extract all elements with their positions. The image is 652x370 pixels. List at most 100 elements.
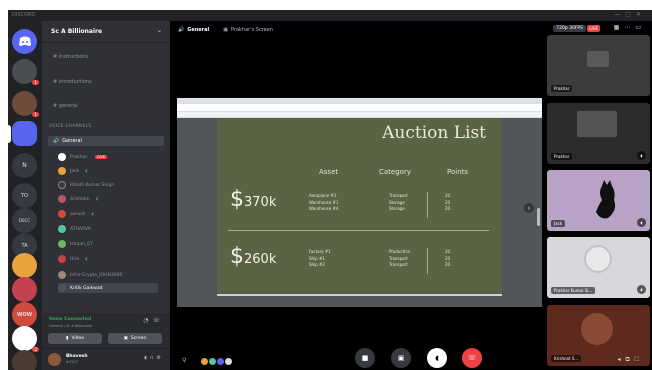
- popout-icon[interactable]: ⧉: [626, 356, 635, 363]
- cat-avatar-icon: [596, 180, 616, 219]
- participant-tile[interactable]: Prakhar ◖: [547, 103, 650, 164]
- participant-name: Prakhar: [551, 85, 573, 92]
- window-controls[interactable]: —▢✕: [614, 11, 646, 18]
- avatar: [209, 358, 216, 365]
- server-icon[interactable]: [12, 350, 37, 370]
- microphone-icon: ◖: [435, 354, 439, 362]
- participant-tile[interactable]: Prakhar: [547, 35, 650, 96]
- more-icon[interactable]: ⋯: [624, 24, 635, 31]
- server-icon[interactable]: N: [12, 153, 37, 178]
- app-brand: DISCORD: [12, 12, 36, 18]
- avatar: [58, 271, 66, 279]
- server-header[interactable]: Sc A Billionaire ⌄: [42, 21, 170, 43]
- chevron-down-icon[interactable]: ⌄: [157, 27, 162, 34]
- username: Bhavesh: [66, 354, 88, 359]
- voice-channel-general[interactable]: 🔊 General: [48, 136, 164, 146]
- screen-share-button[interactable]: ▣: [391, 348, 411, 368]
- avatar: [58, 210, 66, 218]
- auction-slide: Auction List Asset Category Points $370k…: [217, 118, 502, 293]
- stage-channel: General: [187, 27, 210, 33]
- server-icon[interactable]: DSCC: [12, 208, 37, 233]
- stage-header-icons: ▦⋯▭: [614, 24, 646, 31]
- headphones-icon[interactable]: ∩: [150, 355, 157, 361]
- avatar: [584, 245, 612, 273]
- divider: [427, 248, 428, 274]
- grid-icon[interactable]: ▦: [614, 24, 625, 31]
- disconnect-button[interactable]: ☏: [462, 348, 482, 368]
- layout-controls: ◂⧉⛶: [617, 356, 644, 364]
- video-camera-icon: ■: [361, 354, 369, 362]
- stream-quality: 720p 30FPS: [553, 25, 586, 32]
- screen-share-icon: ▣: [397, 354, 405, 362]
- camera-button[interactable]: ■: [355, 348, 375, 368]
- gear-icon[interactable]: ⚙: [157, 355, 164, 361]
- server-icon[interactable]: 1: [12, 91, 39, 117]
- discord-logo-icon: [18, 36, 31, 46]
- voice-user[interactable]: ATHARVA: [58, 224, 91, 234]
- participant-name: Jack: [551, 220, 566, 227]
- voice-connection-panel: Voice Connected General / Sc A Billionai…: [42, 313, 170, 349]
- category-voice-channels[interactable]: VOICE CHANNELS: [49, 123, 91, 128]
- asset-list: Factory #1 Ship #1 Ship #2: [309, 249, 331, 267]
- mute-button[interactable]: ◖: [427, 348, 447, 368]
- minimize-icon[interactable]: —: [614, 11, 625, 18]
- price-370k: $370k: [230, 187, 277, 212]
- voice-user[interactable]: Srishtikh ◖: [58, 194, 98, 204]
- mic-icon: ◖: [95, 196, 99, 202]
- fullscreen-icon[interactable]: ⛶: [635, 356, 644, 363]
- title-bar: DISCORD —▢✕: [8, 10, 652, 21]
- speaker-icon: 🔊: [53, 138, 60, 144]
- voice-user[interactable]: Ishaan_07: [58, 239, 93, 249]
- scrollbar[interactable]: [537, 208, 540, 226]
- server-name: Sc A Billionaire: [51, 28, 103, 35]
- maximize-icon[interactable]: ▢: [625, 11, 636, 18]
- screen-thumbnail: [577, 111, 617, 137]
- volume-icon[interactable]: ◂: [617, 356, 625, 363]
- screen-share-button[interactable]: ▣ Screen: [108, 333, 162, 344]
- row-separator: [228, 230, 489, 231]
- server-icon[interactable]: [12, 277, 37, 302]
- server-icon[interactable]: WOW: [12, 302, 37, 327]
- close-icon[interactable]: ✕: [636, 11, 646, 18]
- avatar[interactable]: [48, 353, 61, 366]
- activity-icon[interactable]: ⚲: [182, 357, 186, 364]
- header-category: Category: [379, 168, 411, 176]
- price-260k: $260k: [230, 244, 277, 269]
- category-list: Production Transport Transport: [389, 249, 411, 267]
- server-icon[interactable]: 1: [12, 59, 39, 85]
- home-button[interactable]: [12, 29, 37, 54]
- chevron-right-icon[interactable]: ›: [524, 203, 534, 213]
- channel-instructions[interactable]: # instructions: [53, 54, 88, 60]
- participant-tile[interactable]: Prakhar Kumar Si... ◖: [547, 237, 650, 298]
- server-icon[interactable]: TO: [12, 183, 37, 208]
- voice-user[interactable]: Hiro ◖: [58, 254, 88, 264]
- voice-user[interactable]: Ritesh Kumar Singh: [58, 180, 114, 190]
- voice-user[interactable]: aarush ◖: [58, 209, 94, 219]
- server-icon[interactable]: [12, 253, 37, 278]
- discord-window: DISCORD —▢✕ 1 1 N TO DSCC TA WOW 2 Sc A …: [8, 10, 652, 370]
- channel-general-text[interactable]: # general: [53, 103, 78, 109]
- server-icon-selected[interactable]: [12, 121, 37, 146]
- selected-pill: [8, 125, 11, 143]
- header-points: Points: [447, 168, 469, 176]
- slide-title: Auction List: [382, 123, 486, 143]
- channel-introductions[interactable]: # introductions: [53, 79, 92, 85]
- call-controls: ⚲ ■ ▣ ◖ ☏ ◂⧉⛶: [170, 344, 652, 370]
- participant-tiles: Prakhar Prakhar ◖ Jack ◖ Prakhar Kumar S…: [547, 35, 652, 370]
- video-camera-icon: ▮: [65, 336, 69, 341]
- mic-icon: ◖: [637, 285, 646, 294]
- popout-icon[interactable]: ▭: [635, 24, 646, 31]
- disconnect-icon[interactable]: ☏: [152, 317, 164, 324]
- asset-list: Aeroplane #1 Warehouse #1 Warehouse #4: [309, 193, 339, 211]
- voice-user[interactable]: Prakhar LIVE: [58, 152, 107, 162]
- voice-user-selected[interactable]: Kritik Gaikwad: [58, 283, 158, 293]
- screen-share-icon: ▣: [123, 336, 128, 341]
- voice-user[interactable]: Infra-Crypto_JOHN3000: [58, 270, 122, 280]
- server-icon[interactable]: 2: [12, 326, 39, 352]
- participant-name: Prakhar: [551, 153, 573, 160]
- stream-title: Prakhar's Screen: [230, 27, 273, 33]
- voice-status: Voice Connected: [49, 317, 92, 322]
- voice-user[interactable]: Jack ◖: [58, 166, 88, 176]
- participant-tile[interactable]: Jack ◖: [547, 170, 650, 231]
- video-button[interactable]: ▮ Video: [48, 333, 102, 344]
